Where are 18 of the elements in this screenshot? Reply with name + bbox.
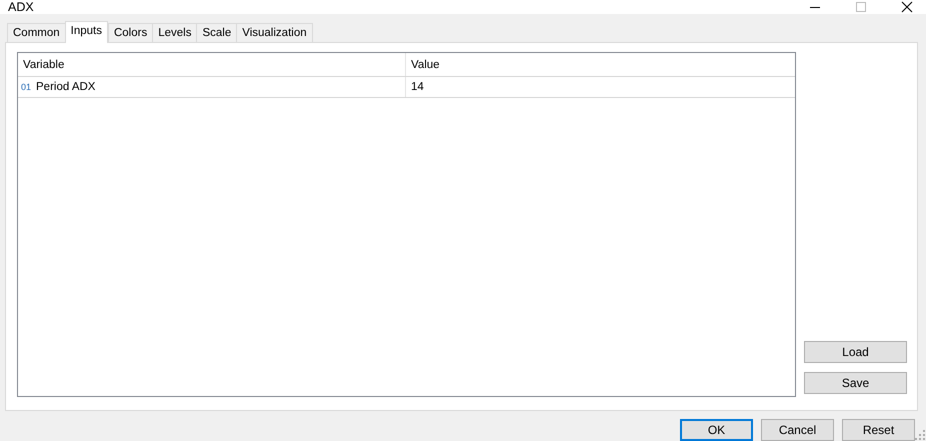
dialog-button[interactable]: OK: [680, 419, 753, 441]
tab[interactable]: Common: [7, 23, 66, 42]
tab[interactable]: Visualization: [236, 23, 313, 42]
dialog-button[interactable]: Reset: [842, 419, 915, 441]
value-cell[interactable]: 14: [411, 81, 424, 93]
variable-name: Period ADX: [36, 81, 96, 93]
resize-grip-icon[interactable]: [915, 430, 925, 440]
close-icon[interactable]: [901, 1, 913, 13]
dialog-button[interactable]: Cancel: [761, 419, 834, 441]
file-button[interactable]: Save: [804, 372, 907, 394]
window-title: ADX: [8, 0, 34, 14]
tab[interactable]: Inputs: [64, 21, 108, 43]
integer-type-icon: 01: [21, 82, 32, 92]
column-header[interactable]: Variable: [18, 53, 406, 76]
column-header[interactable]: Value: [406, 53, 795, 76]
maximize-icon: [855, 1, 867, 13]
tab[interactable]: Colors: [108, 23, 154, 42]
file-button[interactable]: Load: [804, 341, 907, 363]
